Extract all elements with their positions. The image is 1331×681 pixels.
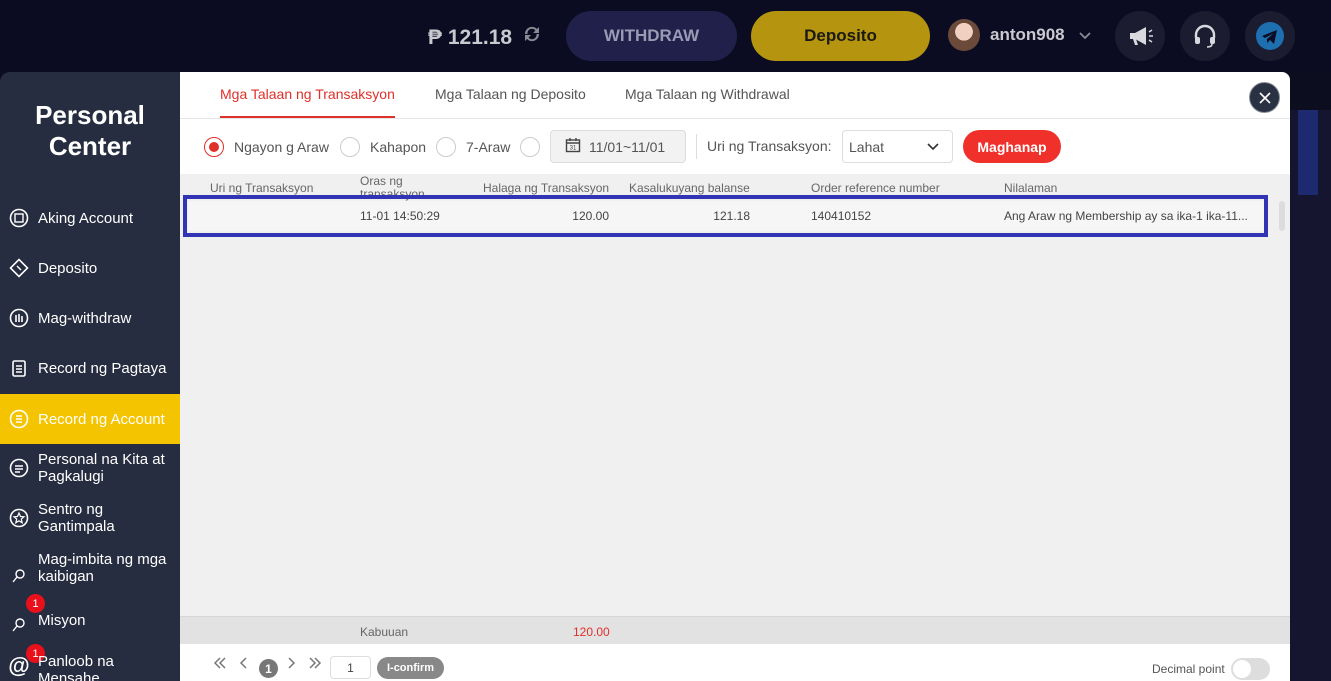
column-header: Kasalukuyang balanse bbox=[629, 181, 750, 195]
radio-dot bbox=[340, 137, 360, 157]
calendar-icon: 31 bbox=[565, 137, 581, 156]
totals-label: Kabuuan bbox=[360, 625, 409, 639]
deposit-icon bbox=[9, 258, 29, 278]
radio-label: 7-Araw bbox=[466, 139, 511, 155]
transaction-table: Uri ng Transaksyon Oras ng transaksyon H… bbox=[180, 174, 1290, 616]
next-page-icon[interactable] bbox=[287, 656, 297, 674]
report-icon bbox=[9, 458, 29, 478]
sidebar-item-record-ng-pagtaya[interactable]: Record ng Pagtaya bbox=[0, 348, 180, 388]
sidebar-item-deposito[interactable]: Deposito bbox=[0, 248, 180, 288]
sidebar-item-mag-withdraw[interactable]: Mag-withdraw bbox=[0, 298, 180, 338]
notification-badge: 1 bbox=[26, 594, 45, 613]
sidebar: Personal Center Aking Account Deposito M… bbox=[0, 72, 180, 681]
megaphone-icon[interactable] bbox=[1115, 11, 1165, 61]
background-edge bbox=[1290, 110, 1331, 681]
chevron-down-icon bbox=[926, 139, 940, 156]
records-panel: Mga Talaan ng Transaksyon Mga Talaan ng … bbox=[180, 72, 1290, 681]
refresh-icon[interactable] bbox=[520, 22, 544, 53]
decimal-point-label: Decimal point bbox=[1152, 662, 1225, 676]
avatar bbox=[948, 19, 980, 51]
sidebar-item-label: Aking Account bbox=[38, 209, 134, 227]
scrollbar[interactable] bbox=[1279, 201, 1285, 231]
first-page-icon[interactable] bbox=[213, 656, 227, 674]
sidebar-item-personal-na-kita[interactable]: Personal na Kita at Pagkalugi bbox=[0, 448, 180, 488]
telegram-icon[interactable] bbox=[1245, 11, 1295, 61]
totals-row: Kabuuan 120.00 bbox=[180, 616, 1290, 644]
row-highlight-box bbox=[183, 195, 1268, 237]
radio-today[interactable]: Ngayon g Araw bbox=[204, 137, 329, 157]
decimal-point-toggle[interactable] bbox=[1231, 658, 1270, 680]
svg-text:31: 31 bbox=[570, 146, 577, 152]
sidebar-item-sentro-ng-gantimpala[interactable]: Sentro ng Gantimpala bbox=[0, 498, 180, 538]
user-menu[interactable]: anton908 bbox=[948, 19, 1091, 51]
sidebar-item-mag-imbita[interactable]: Mag-imbita ng mga kaibigan bbox=[0, 548, 180, 588]
star-icon bbox=[9, 508, 29, 528]
date-range-picker[interactable]: 31 11/01~11/01 bbox=[550, 130, 686, 163]
mission-icon bbox=[9, 615, 29, 635]
deposit-button[interactable]: Deposito bbox=[751, 11, 930, 61]
search-button[interactable]: Maghanap bbox=[963, 130, 1061, 163]
radio-dot bbox=[436, 137, 456, 157]
pagination: 1 1 I-confirm Decimal point bbox=[180, 644, 1290, 681]
filter-bar: Ngayon g Araw Kahapon 7-Araw 31 11/01~11… bbox=[180, 119, 1290, 174]
current-page[interactable]: 1 bbox=[259, 659, 278, 678]
sidebar-item-label: Panloob na Mensahe bbox=[38, 653, 114, 681]
page-jump-input[interactable]: 1 bbox=[330, 656, 371, 679]
sidebar-item-label: Sentro ng Gantimpala bbox=[38, 501, 115, 535]
date-range-value: 11/01~11/01 bbox=[589, 138, 666, 155]
sidebar-item-aking-account[interactable]: Aking Account bbox=[0, 198, 180, 238]
divider bbox=[696, 134, 697, 159]
column-header: Order reference number bbox=[811, 181, 940, 195]
tab-transaksyon[interactable]: Mga Talaan ng Transaksyon bbox=[220, 86, 395, 118]
tab-withdrawal[interactable]: Mga Talaan ng Withdrawal bbox=[625, 86, 790, 116]
transaction-type-value: Lahat bbox=[849, 138, 885, 155]
message-icon: @ bbox=[8, 653, 30, 678]
tab-deposito[interactable]: Mga Talaan ng Deposito bbox=[435, 86, 586, 116]
transaction-type-select[interactable]: Lahat bbox=[842, 130, 953, 163]
radio-label: Ngayon g Araw bbox=[234, 139, 329, 155]
radio-7-days[interactable]: 7-Araw bbox=[436, 137, 510, 157]
sidebar-item-misyon[interactable]: 1 Misyon bbox=[0, 594, 180, 640]
tab-bar: Mga Talaan ng Transaksyon Mga Talaan ng … bbox=[180, 72, 1290, 119]
radio-dot bbox=[520, 137, 540, 157]
withdraw-icon bbox=[9, 308, 29, 328]
prev-page-icon[interactable] bbox=[238, 656, 248, 674]
transaction-type-label: Uri ng Transaksyon: bbox=[707, 138, 832, 154]
top-bar: ₱ 121.18 WITHDRAW Deposito anton908 bbox=[0, 0, 1331, 72]
list-icon bbox=[9, 409, 29, 429]
radio-dot bbox=[204, 137, 224, 157]
username: anton908 bbox=[990, 25, 1065, 44]
background-banner-edge bbox=[1298, 110, 1318, 195]
headset-icon[interactable] bbox=[1180, 11, 1230, 61]
radio-custom[interactable] bbox=[520, 137, 540, 157]
withdraw-button[interactable]: WITHDRAW bbox=[566, 11, 737, 61]
clipboard-icon bbox=[9, 358, 29, 378]
balance-value: ₱ 121.18 bbox=[428, 25, 513, 49]
sidebar-item-label: Record ng Pagtaya bbox=[38, 359, 167, 377]
invite-icon bbox=[9, 566, 29, 586]
sidebar-item-label: Record ng Account bbox=[38, 410, 165, 428]
radio-yesterday[interactable]: Kahapon bbox=[340, 137, 426, 157]
sidebar-item-label: Deposito bbox=[38, 259, 98, 277]
confirm-button[interactable]: I-confirm bbox=[377, 657, 444, 679]
chevron-down-icon bbox=[1079, 27, 1091, 43]
sidebar-title: Personal Center bbox=[35, 100, 145, 161]
balance-display: ₱ 121.18 bbox=[428, 22, 544, 53]
sidebar-item-label: Personal na Kita at Pagkalugi bbox=[38, 451, 165, 485]
sidebar-item-record-ng-account[interactable]: Record ng Account bbox=[0, 394, 180, 444]
sidebar-item-label: Mag-imbita ng mga kaibigan bbox=[38, 551, 167, 585]
radio-label: Kahapon bbox=[370, 139, 427, 155]
sidebar-item-panloob-na-mensahe[interactable]: @ 1 Panloob na Mensahe bbox=[0, 644, 180, 681]
last-page-icon[interactable] bbox=[308, 656, 322, 674]
totals-amount: 120.00 bbox=[573, 625, 610, 639]
sidebar-item-label: Misyon bbox=[38, 611, 86, 629]
sidebar-item-label: Mag-withdraw bbox=[38, 309, 132, 327]
column-header: Uri ng Transaksyon bbox=[210, 181, 314, 195]
column-header: Nilalaman bbox=[1004, 181, 1058, 195]
close-icon[interactable] bbox=[1249, 82, 1280, 113]
account-icon bbox=[9, 208, 29, 228]
column-header: Halaga ng Transaksyon bbox=[483, 181, 610, 195]
